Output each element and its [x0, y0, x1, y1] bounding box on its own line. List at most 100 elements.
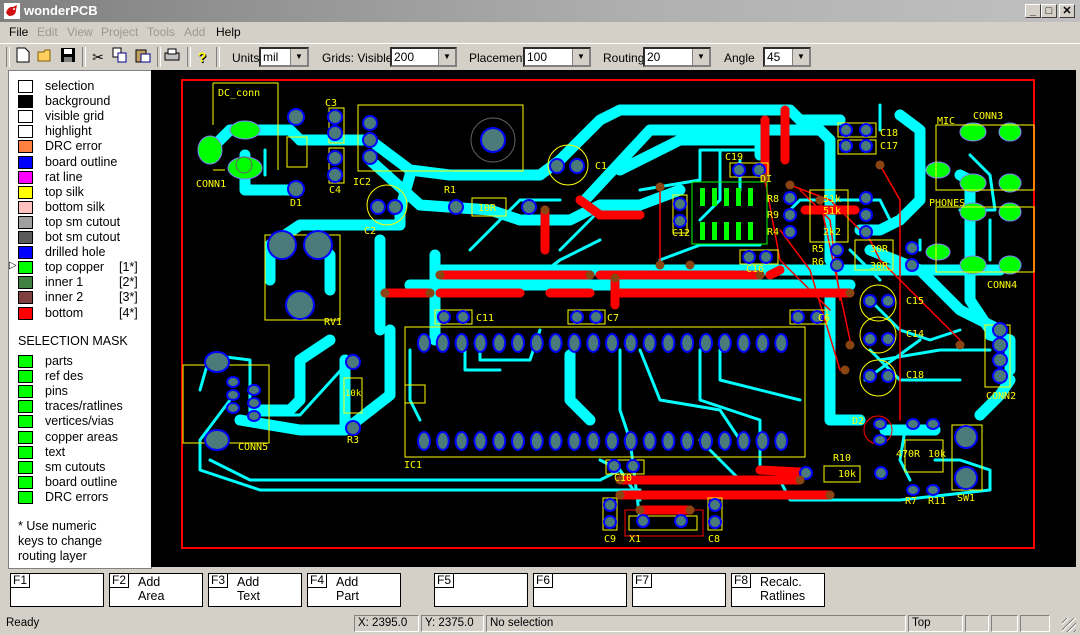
via[interactable] — [845, 288, 855, 298]
via[interactable] — [685, 260, 695, 270]
layer-color-swatch[interactable] — [18, 110, 33, 124]
pad[interactable] — [736, 333, 751, 353]
mask-toggle-swatch[interactable] — [18, 415, 33, 429]
via[interactable] — [610, 273, 620, 283]
paste-icon[interactable] — [133, 47, 153, 67]
pad[interactable] — [247, 397, 261, 409]
chevron-down-icon[interactable]: ▼ — [692, 49, 709, 65]
pad[interactable] — [623, 333, 638, 353]
copy-icon[interactable] — [110, 47, 130, 67]
pad[interactable] — [511, 333, 525, 353]
pad[interactable] — [327, 125, 343, 141]
pad[interactable] — [567, 431, 582, 451]
pad[interactable] — [247, 410, 261, 422]
pad[interactable] — [954, 425, 978, 449]
grid-visible-select[interactable]: 200 ▼ — [390, 47, 457, 67]
pad[interactable] — [529, 431, 544, 451]
pad[interactable] — [345, 420, 361, 436]
pad[interactable] — [830, 258, 844, 272]
pad[interactable] — [992, 368, 1008, 384]
pad[interactable] — [992, 322, 1008, 338]
angle-select[interactable]: 45 ▼ — [763, 47, 811, 67]
pad[interactable] — [755, 333, 770, 353]
pad[interactable] — [673, 197, 687, 211]
via[interactable] — [795, 475, 805, 485]
placement-select[interactable]: 100 ▼ — [523, 47, 591, 67]
pad[interactable] — [881, 294, 895, 308]
pad[interactable] — [492, 333, 507, 353]
pad[interactable] — [708, 515, 722, 529]
menu-view[interactable]: View — [67, 25, 93, 39]
pad[interactable] — [607, 459, 621, 473]
pad[interactable] — [699, 333, 713, 353]
pad[interactable] — [327, 109, 343, 125]
pad[interactable] — [548, 333, 563, 353]
via[interactable] — [840, 365, 850, 375]
pad[interactable] — [732, 163, 746, 177]
pad[interactable] — [605, 333, 619, 353]
pad[interactable] — [603, 515, 617, 529]
pad[interactable] — [873, 434, 887, 446]
pad[interactable] — [680, 333, 695, 353]
pad[interactable] — [327, 167, 343, 183]
pad[interactable] — [859, 191, 873, 205]
pad[interactable] — [605, 431, 619, 451]
layer-color-swatch[interactable] — [18, 125, 33, 139]
pad[interactable] — [437, 310, 451, 324]
pad[interactable] — [454, 333, 469, 353]
layer-color-swatch[interactable] — [18, 231, 33, 244]
pad[interactable] — [742, 250, 756, 264]
cut-icon[interactable]: ✂ — [88, 47, 108, 67]
pad[interactable] — [456, 310, 470, 324]
via[interactable] — [875, 160, 885, 170]
pad[interactable] — [755, 431, 770, 451]
menu-project[interactable]: Project — [101, 25, 138, 39]
pcb-canvas[interactable]: DC_conn CONN1 D1 C3 C4 IC2 C2 R1 10R C1 … — [151, 70, 1076, 567]
pad[interactable] — [839, 139, 853, 153]
pad[interactable] — [370, 199, 386, 215]
new-file-icon[interactable] — [13, 47, 33, 67]
pad[interactable] — [774, 333, 789, 353]
via[interactable] — [435, 270, 445, 280]
layer-color-swatch[interactable] — [18, 261, 33, 275]
layer-color-swatch[interactable] — [18, 185, 33, 199]
fkey-f7-button[interactable]: F7 — [632, 573, 726, 607]
pad[interactable] — [863, 332, 877, 346]
minimize-button[interactable]: _ — [1025, 4, 1041, 18]
pad[interactable] — [954, 466, 978, 490]
menu-tools[interactable]: Tools — [147, 25, 175, 39]
close-button[interactable]: ✕ — [1059, 4, 1075, 18]
pad[interactable] — [226, 389, 240, 401]
pad[interactable] — [661, 333, 676, 353]
pad[interactable] — [636, 514, 650, 528]
via[interactable] — [635, 505, 645, 515]
pad[interactable] — [992, 337, 1008, 353]
pad[interactable] — [906, 418, 920, 430]
pad[interactable] — [759, 250, 773, 264]
mask-toggle-swatch[interactable] — [18, 400, 33, 414]
pad[interactable] — [642, 431, 657, 451]
pad[interactable] — [567, 333, 582, 353]
pad[interactable] — [642, 333, 657, 353]
layer-color-swatch[interactable] — [18, 306, 33, 320]
pad[interactable] — [417, 431, 431, 451]
layer-color-swatch[interactable] — [18, 215, 33, 229]
pad[interactable] — [570, 310, 584, 324]
pad[interactable] — [549, 158, 565, 174]
via[interactable] — [425, 288, 435, 298]
pad[interactable] — [387, 199, 403, 215]
fkey-f5-button[interactable]: F5 — [434, 573, 528, 607]
pad[interactable] — [362, 132, 378, 148]
layer-color-swatch[interactable] — [18, 95, 33, 109]
routing-select[interactable]: 20 ▼ — [643, 47, 711, 67]
pad[interactable] — [699, 431, 713, 451]
pad[interactable] — [362, 115, 378, 131]
via[interactable] — [785, 180, 795, 190]
print-icon[interactable] — [162, 47, 182, 67]
fkey-f4-button[interactable]: F4 Add Part — [307, 573, 401, 607]
units-select[interactable]: mil ▼ — [259, 47, 309, 67]
pad[interactable] — [473, 431, 488, 451]
pad[interactable] — [623, 431, 638, 451]
save-icon[interactable] — [58, 47, 78, 67]
mask-toggle-swatch[interactable] — [18, 460, 33, 474]
